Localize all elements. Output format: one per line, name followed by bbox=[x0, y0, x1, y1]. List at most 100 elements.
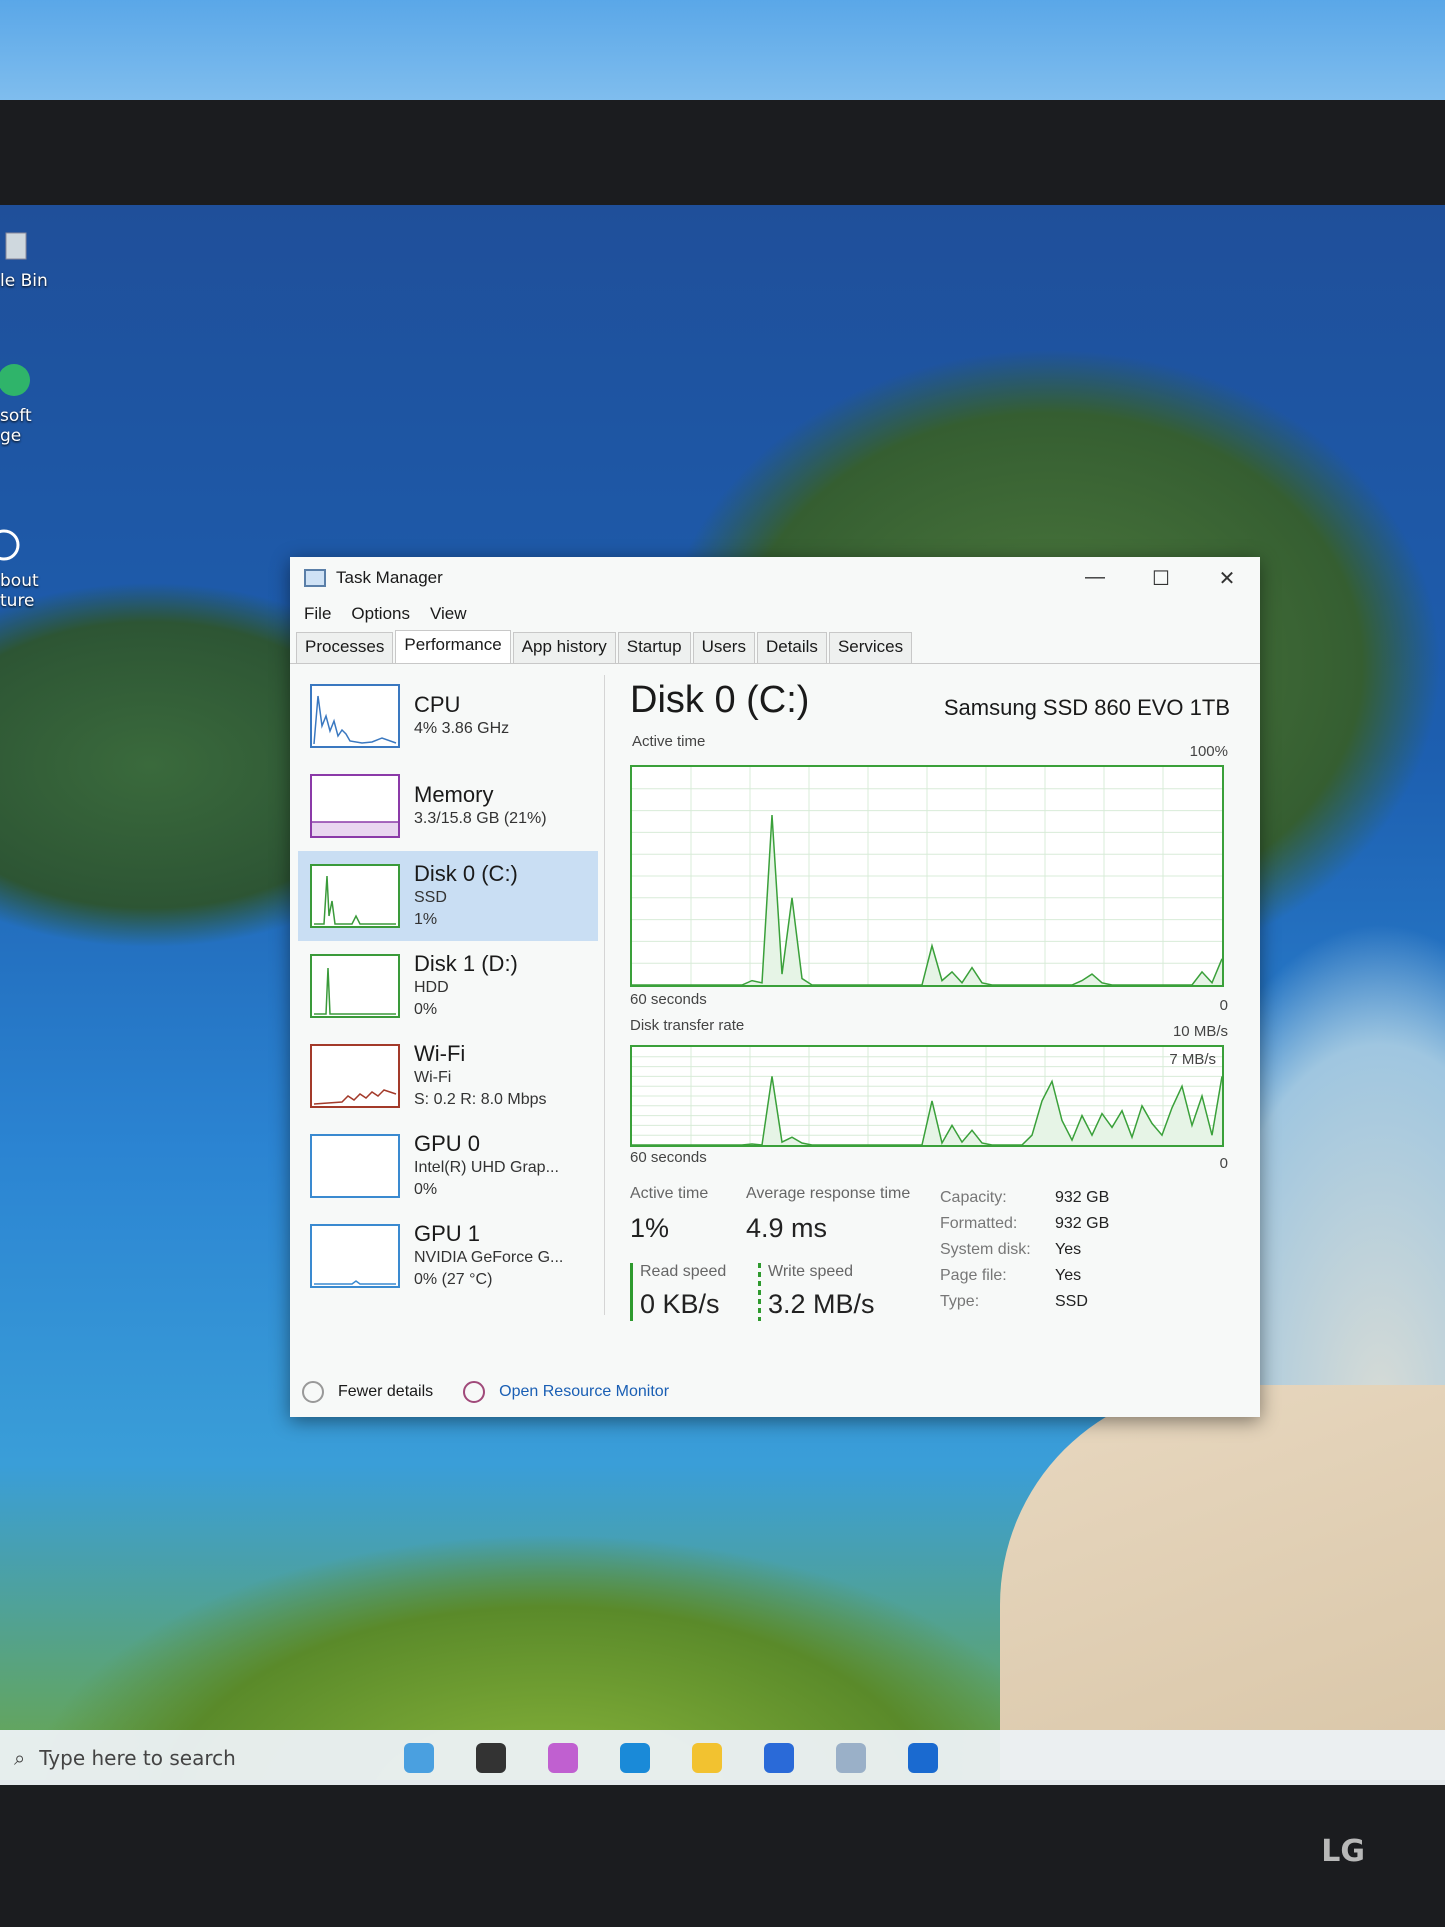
desktop-icon-recycle-bin[interactable]: le Bin bbox=[0, 225, 60, 291]
transfer-graph-inner-max: 7 MB/s bbox=[1169, 1051, 1216, 1068]
avg-response-label: Average response time bbox=[746, 1185, 911, 1202]
wallpaper-beach bbox=[1000, 1385, 1445, 1780]
read-speed-bar bbox=[630, 1263, 633, 1321]
disk-1-thumbnail-graph bbox=[310, 954, 400, 1018]
menu-options[interactable]: Options bbox=[351, 604, 410, 624]
transfer-graph: 7 MB/s bbox=[630, 1045, 1224, 1147]
resource-memory[interactable]: Memory 3.3/15.8 GB (21%) bbox=[298, 761, 598, 851]
resource-detail: NVIDIA GeForce G... bbox=[414, 1249, 564, 1266]
resource-usage: 0% bbox=[414, 1001, 438, 1018]
resource-detail: Intel(R) UHD Grap... bbox=[414, 1159, 559, 1176]
resource-name: GPU 0 bbox=[414, 1131, 481, 1156]
file-explorer-icon[interactable] bbox=[692, 1742, 722, 1773]
disk-0-thumbnail-graph bbox=[310, 864, 400, 928]
resource-detail: SSD bbox=[414, 889, 447, 906]
resource-usage: 0% bbox=[414, 1181, 438, 1198]
transfer-graph-max: 10 MB/s bbox=[1172, 1023, 1228, 1040]
edge-icon bbox=[0, 360, 40, 400]
resource-detail: HDD bbox=[414, 979, 449, 996]
active-time-graph-label: Active time bbox=[632, 733, 706, 750]
page-file-label: Page file: bbox=[940, 1267, 1007, 1284]
window-title: Task Manager bbox=[336, 568, 443, 587]
desktop-icon-label: soft ge bbox=[0, 406, 32, 446]
task-manager-window[interactable]: Task Manager — ☐ ✕ File Options View Pro… bbox=[290, 557, 1260, 1417]
read-speed-stat: 0 KB/s bbox=[640, 1289, 720, 1319]
close-button[interactable]: ✕ bbox=[1194, 566, 1260, 591]
edge-icon[interactable] bbox=[620, 1742, 650, 1773]
task-manager-icon[interactable] bbox=[836, 1742, 866, 1773]
transfer-graph-min: 0 bbox=[1219, 1155, 1228, 1172]
tab-app-history[interactable]: App history bbox=[512, 632, 616, 663]
active-time-graph-min: 0 bbox=[1219, 997, 1228, 1014]
memory-thumbnail-graph bbox=[310, 774, 400, 838]
active-time-graph bbox=[630, 765, 1224, 987]
fewer-details-link[interactable]: Fewer details bbox=[338, 1383, 433, 1401]
resource-name: Disk 1 (D:) bbox=[414, 951, 518, 976]
tab-strip: Processes Performance App history Startu… bbox=[290, 629, 1260, 664]
active-time-graph-xlabel: 60 seconds bbox=[630, 991, 707, 1008]
gpu-1-thumbnail-graph bbox=[310, 1224, 400, 1288]
write-speed-label: Write speed bbox=[768, 1263, 854, 1280]
resource-usage: 0% (27 °C) bbox=[414, 1271, 493, 1288]
menu-view[interactable]: View bbox=[430, 604, 467, 624]
widgets-icon[interactable] bbox=[404, 1742, 434, 1773]
resource-detail: Wi-Fi bbox=[414, 1069, 452, 1086]
resource-name: Wi-Fi bbox=[414, 1041, 466, 1066]
maximize-button[interactable]: ☐ bbox=[1128, 566, 1194, 591]
tab-startup[interactable]: Startup bbox=[617, 632, 691, 663]
disk-title: Disk 0 (C:) bbox=[630, 679, 810, 721]
chevron-up-icon[interactable] bbox=[302, 1381, 324, 1403]
info-icon bbox=[0, 525, 40, 565]
active-time-stat: 1% bbox=[630, 1213, 670, 1243]
store-icon[interactable] bbox=[764, 1742, 794, 1773]
write-speed-stat: 3.2 MB/s bbox=[768, 1289, 875, 1319]
desktop-icon-edge[interactable]: soft ge bbox=[0, 360, 60, 446]
open-resource-monitor-link[interactable]: Open Resource Monitor bbox=[499, 1383, 669, 1401]
menu-file[interactable]: File bbox=[304, 604, 331, 624]
resource-cpu[interactable]: CPU 4% 3.86 GHz bbox=[298, 671, 598, 761]
resource-name: Memory bbox=[414, 782, 494, 807]
resource-usage: 1% bbox=[414, 911, 438, 928]
transfer-graph-xlabel: 60 seconds bbox=[630, 1149, 707, 1166]
resource-gpu-0[interactable]: GPU 0 Intel(R) UHD Grap... 0% bbox=[298, 1121, 598, 1211]
tab-performance[interactable]: Performance bbox=[395, 630, 511, 663]
performance-panel: CPU 4% 3.86 GHz Memory 3.3/15.8 GB (21%) bbox=[290, 665, 1260, 1355]
active-time-stat-label: Active time bbox=[630, 1185, 709, 1202]
type-value: SSD bbox=[1055, 1293, 1088, 1310]
tab-processes[interactable]: Processes bbox=[296, 632, 394, 663]
read-speed-label: Read speed bbox=[640, 1263, 727, 1280]
recycle-bin-icon bbox=[0, 225, 40, 265]
resource-usage: S: 0.2 R: 8.0 Mbps bbox=[414, 1091, 547, 1108]
title-bar[interactable]: Task Manager — ☐ ✕ bbox=[290, 557, 1260, 599]
tab-services[interactable]: Services bbox=[828, 632, 913, 663]
search-icon: ⌕ bbox=[14, 1745, 26, 1770]
monitor-brand-logo: LG bbox=[1321, 1834, 1365, 1869]
formatted-label: Formatted: bbox=[940, 1215, 1018, 1232]
menu-bar: File Options View bbox=[290, 599, 1260, 629]
avg-response-stat: 4.9 ms bbox=[746, 1213, 828, 1243]
transfer-graph-label: Disk transfer rate bbox=[630, 1017, 745, 1034]
wifi-thumbnail-graph bbox=[310, 1044, 400, 1108]
resource-monitor-icon bbox=[463, 1381, 486, 1403]
outlook-icon[interactable] bbox=[908, 1742, 938, 1773]
tab-details[interactable]: Details bbox=[756, 632, 827, 663]
task-view-icon[interactable] bbox=[476, 1742, 506, 1773]
resource-disk-1[interactable]: Disk 1 (D:) HDD 0% bbox=[298, 941, 598, 1031]
footer: Fewer details Open Resource Monitor bbox=[302, 1381, 669, 1403]
desktop-icon-label: le Bin bbox=[0, 271, 48, 291]
resource-detail: 3.3/15.8 GB (21%) bbox=[414, 810, 547, 827]
capacity-value: 932 GB bbox=[1055, 1189, 1110, 1206]
taskbar-search[interactable]: ⌕ Type here to search bbox=[0, 1746, 374, 1770]
desktop-icon-about[interactable]: bout ture bbox=[0, 525, 60, 611]
resource-gpu-1[interactable]: GPU 1 NVIDIA GeForce G... 0% (27 °C) bbox=[298, 1211, 598, 1301]
tab-users[interactable]: Users bbox=[692, 632, 755, 663]
write-speed-bar bbox=[758, 1263, 761, 1321]
resource-disk-0[interactable]: Disk 0 (C:) SSD 1% bbox=[298, 851, 598, 941]
copilot-icon[interactable] bbox=[548, 1742, 578, 1773]
resource-wifi[interactable]: Wi-Fi Wi-Fi S: 0.2 R: 8.0 Mbps bbox=[298, 1031, 598, 1121]
panel-divider bbox=[604, 675, 605, 1315]
cpu-thumbnail-graph bbox=[310, 684, 400, 748]
resource-name: Disk 0 (C:) bbox=[414, 861, 518, 886]
minimize-button[interactable]: — bbox=[1062, 566, 1128, 591]
active-time-graph-max: 100% bbox=[1189, 743, 1228, 760]
